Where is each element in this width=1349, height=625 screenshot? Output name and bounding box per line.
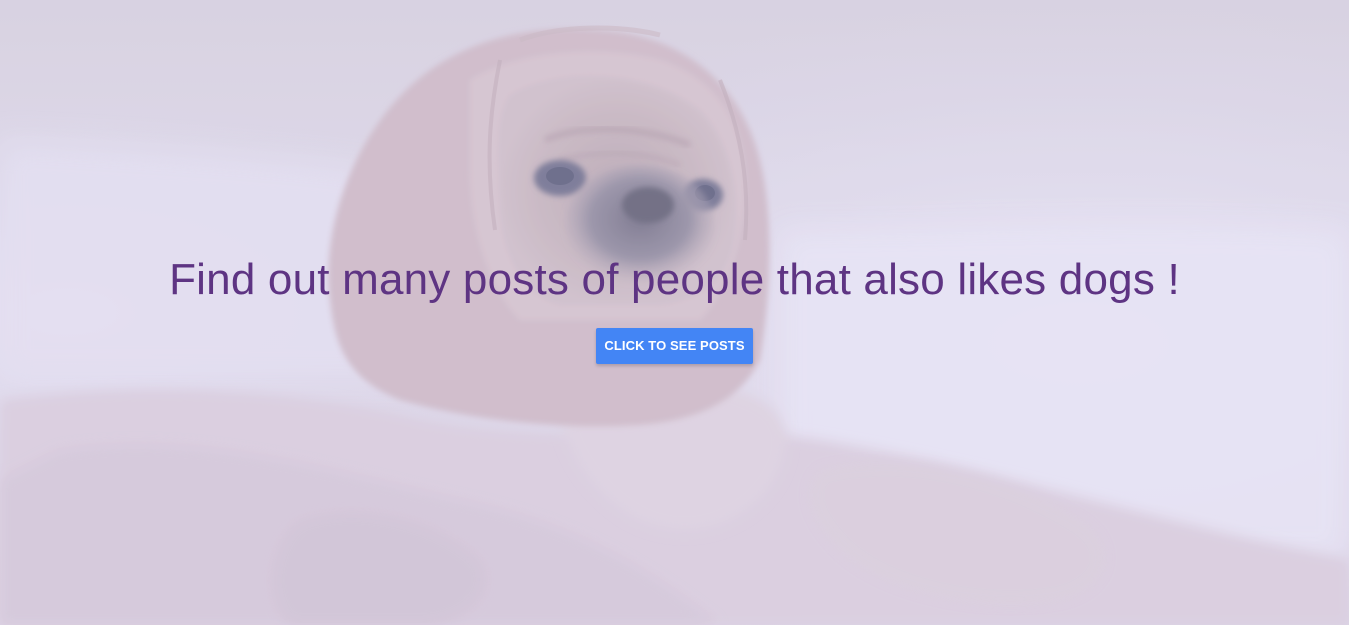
hero-content: Find out many posts of people that also … bbox=[0, 250, 1349, 364]
hero-title: Find out many posts of people that also … bbox=[169, 255, 1180, 304]
hero-section: Find out many posts of people that also … bbox=[0, 0, 1349, 625]
see-posts-button[interactable]: CLICK TO SEE POSTS bbox=[596, 328, 753, 364]
